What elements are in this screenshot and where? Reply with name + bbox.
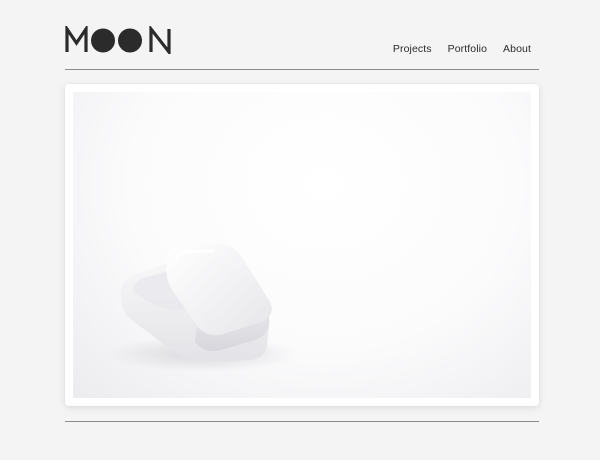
moon-logo-mark <box>65 26 171 54</box>
soap-dish-image <box>108 244 298 372</box>
nav-link-projects[interactable]: Projects <box>393 43 432 55</box>
hero-card <box>65 84 539 406</box>
nav-link-portfolio[interactable]: Portfolio <box>448 43 487 55</box>
header-divider <box>65 69 539 70</box>
site-header: Projects Portfolio About <box>65 26 539 58</box>
footer-divider <box>65 421 539 422</box>
nav-link-about[interactable]: About <box>503 43 531 55</box>
hero-photo <box>73 92 531 398</box>
moon-logo[interactable] <box>65 26 175 54</box>
main-nav: Projects Portfolio About <box>393 43 531 55</box>
